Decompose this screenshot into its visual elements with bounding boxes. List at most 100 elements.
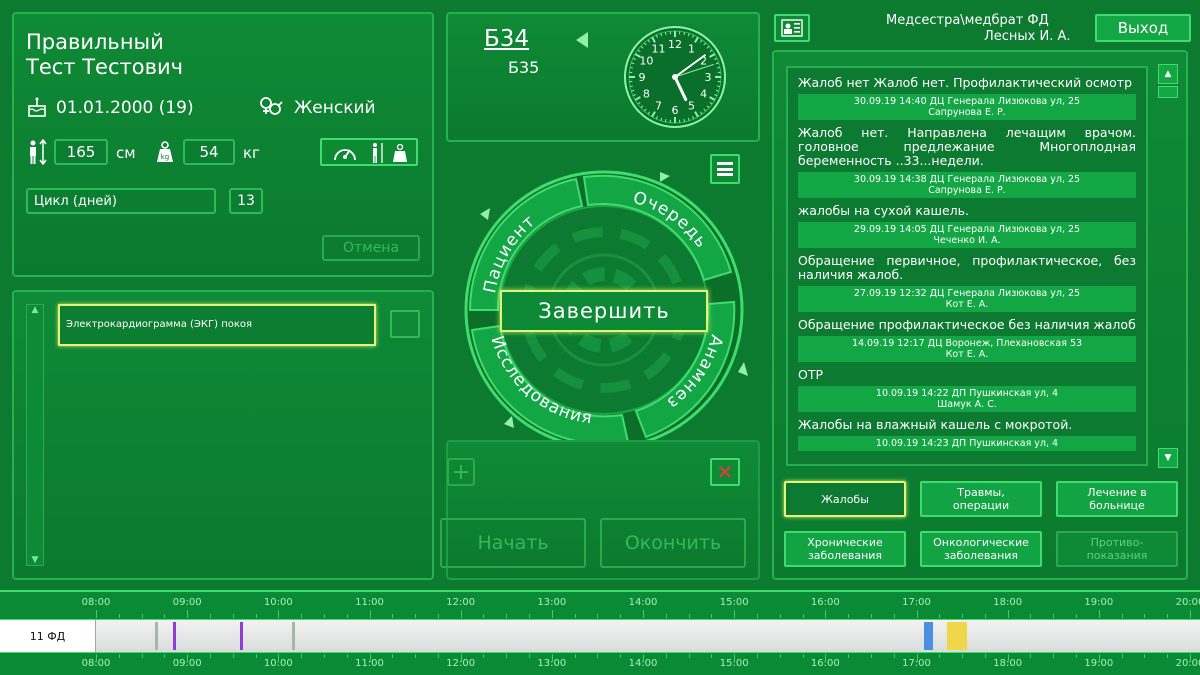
history-entry-meta: 27.09.19 12:32 ДЦ Генерала Лизюкова ул, … — [798, 286, 1136, 312]
height-field[interactable]: 165 — [54, 139, 108, 165]
history-entry[interactable]: Жалоб нет Жалоб нет. Профилактический ос… — [788, 68, 1146, 120]
timeline-subtick — [141, 654, 143, 658]
timeline-subtick — [346, 654, 348, 658]
history-entry-meta: 29.09.19 14:05 ДЦ Генерала Лизюкова ул, … — [798, 222, 1136, 248]
svg-text:9: 9 — [639, 71, 646, 84]
timeline-tick — [1098, 654, 1100, 662]
category-button[interactable]: Хронические заболевания — [784, 531, 906, 567]
history-entry-title: ОТР — [798, 367, 824, 382]
timeline-appointment-block[interactable] — [947, 622, 967, 650]
category-button[interactable]: Противо-показания — [1056, 531, 1178, 567]
timeline-tick — [460, 610, 462, 618]
patient-name-line1: Правильный — [26, 30, 164, 54]
timeline-tick — [278, 610, 280, 618]
timeline-tick — [1007, 610, 1009, 618]
timeline-tick — [825, 610, 827, 618]
timeline-subtick — [392, 614, 394, 618]
start-button[interactable]: Начать — [440, 518, 586, 568]
timeline-mark[interactable] — [155, 622, 159, 650]
timeline-hour-label: 20:00 — [1175, 597, 1200, 608]
timeline-row[interactable]: 11 ФД — [0, 619, 1200, 653]
history-entry[interactable]: ОТР 10.09.19 14:22 ДП Пушкинская ул, 4 Шам… — [788, 362, 1146, 412]
scroll-down-icon[interactable]: ▼ — [1158, 448, 1178, 468]
timeline-subtick — [848, 614, 850, 618]
history-entry[interactable]: жалобы на сухой кашель. 29.09.19 14:05 ДЦ… — [788, 198, 1146, 248]
timeline-subtick — [597, 614, 599, 618]
height-unit: см — [116, 144, 136, 162]
wheel-arrow-icon — [480, 208, 490, 220]
add-button[interactable]: + — [447, 458, 475, 486]
timeline-subtick — [984, 654, 986, 658]
cycle-value-field[interactable]: 13 — [229, 188, 263, 214]
finish-button[interactable]: Окончить — [600, 518, 746, 568]
timeline-tick — [278, 654, 280, 662]
exit-button[interactable]: Выход — [1095, 14, 1191, 42]
scroll-thumb[interactable] — [1158, 86, 1178, 98]
history-entry[interactable]: Обращение профилактическое без наличия ж… — [788, 312, 1146, 362]
study-item-label: Электрокардиограмма (ЭКГ) покоя — [66, 319, 253, 330]
timeline-subtick — [301, 614, 303, 618]
timeline-tick — [369, 610, 371, 618]
id-card-icon — [781, 19, 803, 37]
user-card-button[interactable] — [774, 14, 810, 42]
timeline-tick — [551, 610, 553, 618]
timeline-hour-label: 12:00 — [446, 597, 476, 608]
history-scrollbar[interactable]: ▲ ▼ — [1158, 64, 1178, 468]
timeline-subtick — [1076, 654, 1078, 658]
timeline-subtick — [1030, 614, 1032, 618]
queue-current: Б34 — [484, 26, 530, 52]
timeline-subtick — [711, 654, 713, 658]
category-button[interactable]: Жалобы — [784, 481, 906, 517]
history-entry-date: 29.09.19 14:05 ДЦ Генерала Лизюкова ул, … — [853, 224, 1081, 235]
timeline-mark[interactable] — [240, 622, 244, 650]
timeline-mark[interactable] — [292, 622, 295, 650]
timeline-subtick — [574, 654, 576, 658]
patient-sex: Женский — [294, 98, 376, 118]
scroll-up-icon[interactable]: ▲ — [1158, 64, 1178, 84]
timeline-subtick — [665, 614, 667, 618]
history-entry[interactable]: Жалобы на влажный кашель с мокротой. 10.0… — [788, 412, 1146, 451]
timeline-subtick — [483, 614, 485, 618]
timeline: 08:00 09:00 10:00 11:00 12:00 13:00 14:00 15:00… — [0, 590, 1200, 675]
timeline-subtick — [984, 614, 986, 618]
timeline-subtick — [529, 654, 531, 658]
weight-field[interactable]: 54 — [183, 139, 235, 165]
timeline-subtick — [529, 614, 531, 618]
timeline-subtick — [323, 654, 325, 658]
history-entry-title: Жалоб нет. Направлена лечащим врачом. го… — [798, 125, 1136, 168]
scroll-up-icon[interactable]: ▲ — [27, 305, 43, 315]
timeline-tick — [96, 654, 97, 662]
timeline-subtick — [1144, 654, 1146, 658]
studies-scrollbar[interactable]: ▲ ▼ — [26, 304, 44, 566]
delete-button[interactable]: ✕ — [710, 458, 740, 486]
cancel-button[interactable]: Отмена — [322, 235, 420, 261]
timeline-subtick — [164, 614, 166, 618]
measure-button[interactable] — [320, 138, 418, 166]
history-entry-title: Обращение первичное, профилактическое, б… — [798, 253, 1136, 282]
timeline-subtick — [779, 654, 781, 658]
history-entry-author: Кот Е. А. — [945, 349, 989, 360]
timeline-subtick — [802, 654, 804, 658]
category-button[interactable]: Онкологические заболевания — [920, 531, 1042, 567]
timeline-hour-label: 17:00 — [902, 597, 931, 608]
svg-text:4: 4 — [700, 88, 707, 101]
timeline-subtick — [756, 654, 758, 658]
study-item[interactable]: Электрокардиограмма (ЭКГ) покоя — [58, 304, 376, 346]
history-entry[interactable]: Обращение первичное, профилактическое, б… — [788, 248, 1146, 312]
timeline-mark[interactable] — [173, 622, 177, 650]
timeline-bottom-scale: 08:00 09:00 10:00 11:00 12:00 13:00 14:00 15:00… — [0, 654, 1200, 675]
timeline-appointment-block[interactable] — [923, 622, 933, 650]
timeline-hour-label: 10:00 — [263, 597, 293, 608]
timeline-subtick — [118, 614, 120, 618]
category-button[interactable]: Лечение в больнице — [1056, 481, 1178, 517]
study-checkbox[interactable] — [390, 310, 420, 338]
svg-text:5: 5 — [688, 100, 695, 113]
category-button[interactable]: Травмы, операции — [920, 481, 1042, 517]
history-entry-meta: 10.09.19 14:22 ДП Пушкинская ул, 4 Шамук … — [798, 386, 1136, 412]
svg-text:3: 3 — [705, 71, 712, 84]
history-entry[interactable]: Жалоб нет. Направлена лечащим врачом. го… — [788, 120, 1146, 198]
timeline-subtick — [415, 654, 417, 658]
scroll-down-icon[interactable]: ▼ — [27, 555, 43, 565]
complete-button[interactable]: Завершить — [500, 290, 708, 332]
timeline-subtick — [209, 614, 211, 618]
